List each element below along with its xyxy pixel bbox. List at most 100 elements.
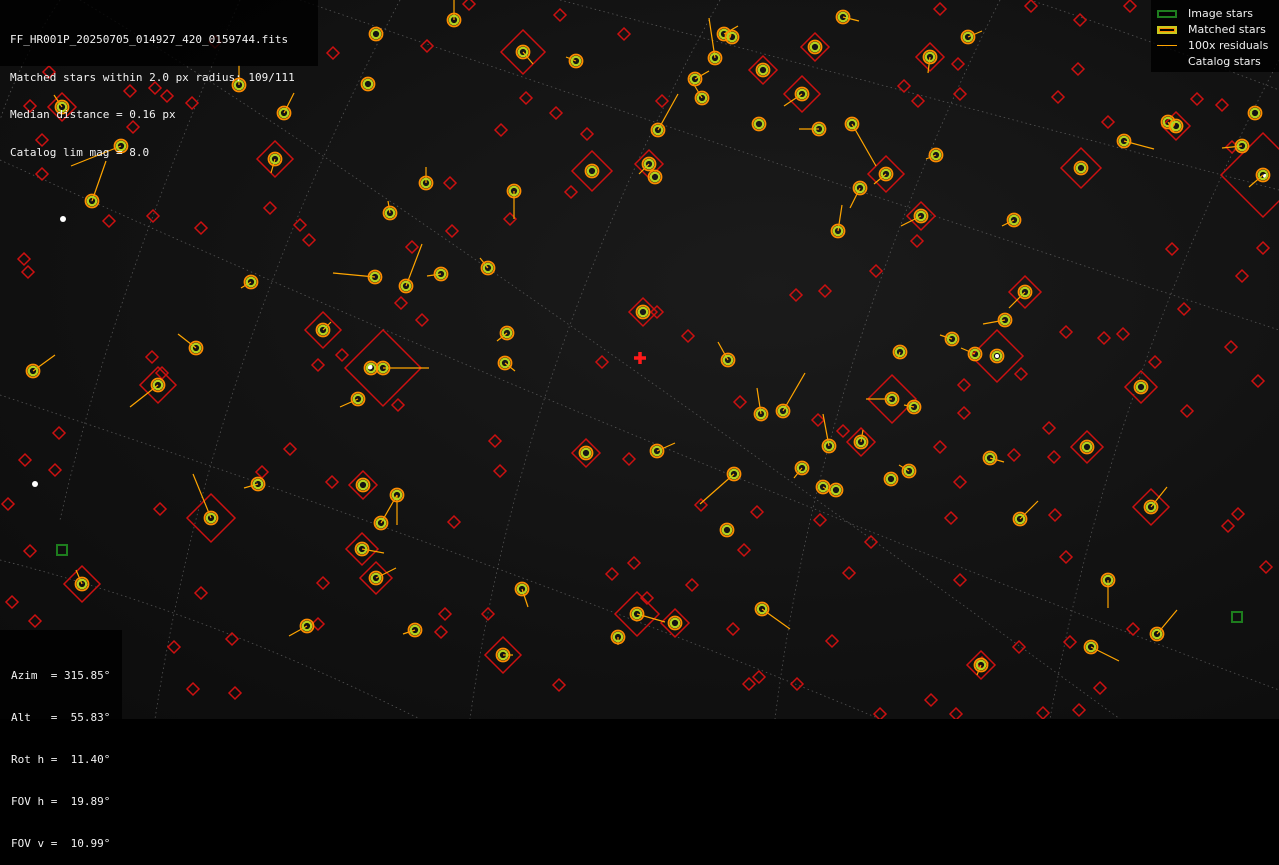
catalog-star-marker xyxy=(923,692,939,708)
catalog-star-marker xyxy=(492,463,508,479)
bright-star xyxy=(995,354,999,358)
matched-star-inner-ring xyxy=(649,171,661,183)
median-distance: Median distance = 0.16 px xyxy=(10,108,176,121)
catalog-star-marker xyxy=(444,223,460,239)
catalog-star-marker xyxy=(1069,429,1105,465)
catalog-star-marker xyxy=(863,534,879,550)
field-center-cross xyxy=(634,352,646,364)
catalog-star-marker xyxy=(1100,114,1116,130)
catalog-star-marker xyxy=(433,624,449,640)
matched-star-inner-ring xyxy=(1075,162,1087,174)
catalog-star-marker xyxy=(393,295,409,311)
catalog-star-marker xyxy=(51,425,67,441)
catalog-star-marker xyxy=(1179,403,1195,419)
fov-horizontal-readout: FOV h = 19.89° xyxy=(11,795,111,808)
catalog-limit-magnitude: Catalog lim mag = 8.0 xyxy=(10,145,150,159)
matched-star-inner-ring xyxy=(586,165,598,177)
field-center-cross-icon xyxy=(634,352,646,364)
catalog-star-marker xyxy=(27,613,43,629)
rotation-readout: Rot h = 11.40° xyxy=(11,753,111,766)
catalog-star-marker xyxy=(185,681,201,697)
catalog-star-marker xyxy=(570,149,614,193)
catalog-star-marker xyxy=(1255,240,1271,256)
catalog-star-marker xyxy=(262,200,278,216)
catalog-star-marker xyxy=(419,38,435,54)
catalog-star-marker xyxy=(952,572,968,588)
grid-line xyxy=(299,0,1279,331)
catalog-star-marker xyxy=(812,512,828,528)
bright-stars xyxy=(32,174,1267,487)
catalog-star-marker xyxy=(144,349,160,365)
matched-star-inner-ring xyxy=(1081,441,1093,453)
catalog-star-marker xyxy=(570,437,602,469)
catalog-star-marker xyxy=(835,423,851,439)
catalog-star-marker xyxy=(193,585,209,601)
catalog-star-marker xyxy=(324,474,340,490)
matched-star-inner-ring xyxy=(370,28,382,40)
matched-star-inner-ring xyxy=(757,64,769,76)
catalog-star-marker xyxy=(347,469,379,501)
catalog-star-marker xyxy=(1189,91,1205,107)
catalog-star-marker xyxy=(1046,449,1062,465)
catalog-star-marker xyxy=(1058,549,1074,565)
catalog-star-marker xyxy=(799,31,831,63)
catalog-star-marker xyxy=(22,543,38,559)
catalog-star-marker xyxy=(1058,324,1074,340)
catalog-star-marker xyxy=(414,312,430,328)
catalog-star-marker xyxy=(1071,702,1087,718)
catalog-star-marker xyxy=(684,577,700,593)
image-star-marker xyxy=(1231,611,1243,623)
catalog-star-marker xyxy=(4,594,20,610)
matched-star-inner-ring xyxy=(669,617,681,629)
catalog-star-marker xyxy=(841,565,857,581)
catalog-star-marker xyxy=(437,606,453,622)
catalog-star-marker xyxy=(315,575,331,591)
catalog-star-marker xyxy=(1092,680,1108,696)
catalog-star-marker xyxy=(1059,146,1103,190)
catalog-star-marker xyxy=(1250,373,1266,389)
catalog-star-marker xyxy=(1214,97,1230,113)
catalog-star-marker xyxy=(741,676,757,692)
matched-star-inner-ring xyxy=(885,473,897,485)
catalog-star-marker xyxy=(654,93,670,109)
legend-item-matched-stars: Matched stars xyxy=(1151,22,1279,38)
catalog-star-marker xyxy=(948,706,964,719)
catalog-star-marker xyxy=(732,394,748,410)
catalog-star-marker xyxy=(956,405,972,421)
catalog-star-marker xyxy=(868,263,884,279)
matched-star-inner-ring xyxy=(830,484,842,496)
catalog-star-marker xyxy=(254,464,270,480)
catalog-star-marker xyxy=(932,1,948,17)
altitude-readout: Alt = 55.83° xyxy=(11,711,111,724)
matched-stars-swatch-icon xyxy=(1157,26,1177,34)
catalog-star-marker xyxy=(47,462,63,478)
catalog-star-marker xyxy=(310,357,326,373)
matched-star-inner-ring xyxy=(580,447,592,459)
catalog-star-marker xyxy=(789,676,805,692)
catalog-star-marker xyxy=(1072,12,1088,28)
catalog-star-marker xyxy=(17,452,33,468)
legend-item-residuals: 100x residuals xyxy=(1151,38,1279,54)
catalog-star-marker xyxy=(1006,447,1022,463)
catalog-star-marker xyxy=(932,439,948,455)
catalog-star-marker xyxy=(1220,518,1236,534)
catalog-star-marker xyxy=(518,90,534,106)
catalog-star-marker xyxy=(390,397,406,413)
image-star-marker xyxy=(56,544,68,556)
catalog-star-marker xyxy=(751,669,767,685)
catalog-star-marker xyxy=(1050,89,1066,105)
catalog-star-marker xyxy=(493,122,509,138)
catalog-star-marker xyxy=(145,208,161,224)
catalog-star-marker xyxy=(956,377,972,393)
grid-line xyxy=(774,0,1001,719)
catalog-star-marker xyxy=(621,451,637,467)
catalog-star-marker xyxy=(0,496,16,512)
legend-label: 100x residuals xyxy=(1188,39,1269,52)
catalog-star-marker xyxy=(909,233,925,249)
grid-line xyxy=(0,394,881,719)
image-star-markers xyxy=(56,544,1243,623)
catalog-star-marker xyxy=(20,264,36,280)
catalog-star-marker xyxy=(680,328,696,344)
catalog-star-marker xyxy=(736,542,752,558)
fits-filename: FF_HR001P_20250705_014927_420_0159744.fi… xyxy=(10,33,289,46)
